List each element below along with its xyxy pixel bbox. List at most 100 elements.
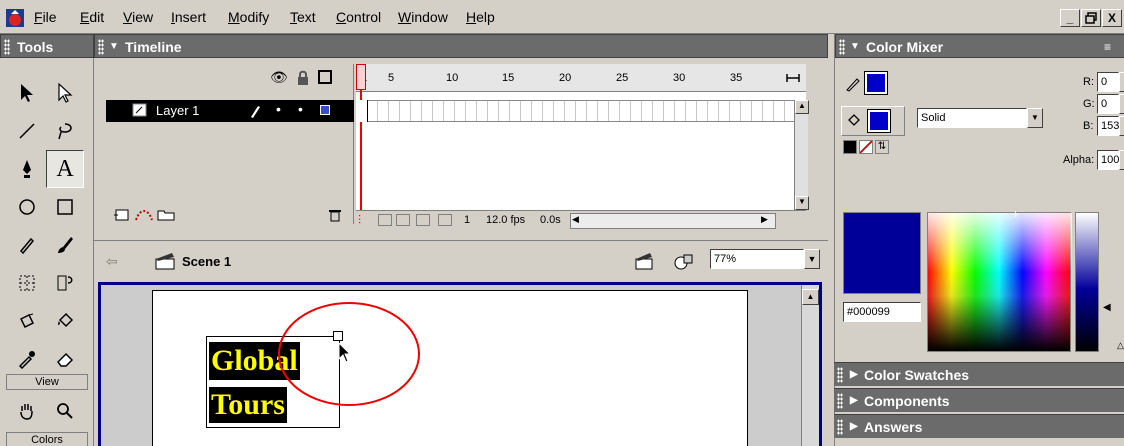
hand-tool[interactable]: [8, 392, 46, 430]
outline-icon[interactable]: [318, 70, 332, 84]
scroll-up-icon[interactable]: ▲: [795, 100, 809, 114]
panel-options-icon[interactable]: ≡: [1104, 35, 1111, 59]
lock-icon[interactable]: [296, 70, 310, 86]
menu-text[interactable]: Text: [290, 9, 316, 25]
lock-dot-icon[interactable]: •: [298, 101, 303, 117]
timeline-vertical-scrollbar[interactable]: ▲ ▼: [794, 100, 809, 210]
restore-button[interactable]: [1081, 9, 1101, 27]
pen-tool[interactable]: [8, 150, 46, 188]
menu-window[interactable]: Window: [398, 9, 448, 25]
edit-multiple-frames-icon[interactable]: [416, 214, 430, 226]
black-white-icon[interactable]: [843, 140, 857, 154]
fill-style-dropdown-icon[interactable]: ▼: [1027, 108, 1043, 128]
modify-onion-markers-icon[interactable]: [438, 214, 452, 226]
minimize-button[interactable]: _: [1060, 9, 1080, 27]
timeline-header[interactable]: ▼ Timeline: [94, 34, 828, 58]
answers-panel[interactable]: ▶ Answers: [834, 414, 1124, 438]
close-button[interactable]: X: [1102, 9, 1122, 27]
insert-layer-icon[interactable]: [112, 208, 132, 222]
menu-view[interactable]: View: [123, 9, 153, 25]
layer-row[interactable]: Layer 1 • •: [106, 100, 354, 122]
brightness-slider[interactable]: [1075, 212, 1099, 352]
menu-control[interactable]: Control: [336, 9, 381, 25]
trash-icon[interactable]: [328, 208, 342, 222]
b-dropdown-icon[interactable]: [1119, 116, 1124, 136]
frame-grid[interactable]: 1 5 10 15 20 25 30 35 ▲ ▼ ⫶: [356, 64, 809, 232]
menu-insert[interactable]: Insert: [171, 9, 206, 25]
outline-color-icon[interactable]: [320, 105, 330, 115]
layer-frames[interactable]: [356, 100, 796, 122]
expand-triangle-icon[interactable]: △: [1117, 340, 1124, 351]
scroll-left-icon[interactable]: ◀: [572, 214, 579, 225]
fill-transform-tool[interactable]: [46, 264, 84, 302]
swap-colors-icon[interactable]: ⇅: [875, 140, 889, 154]
arrow-tool[interactable]: [8, 74, 46, 112]
add-guide-layer-icon[interactable]: [134, 208, 154, 222]
onion-outline-icon[interactable]: [396, 214, 410, 226]
fill-color-swatch[interactable]: [867, 109, 891, 133]
menu-edit[interactable]: Edit: [80, 9, 104, 25]
eyedropper-tool[interactable]: [8, 340, 46, 378]
ink-bottle-tool[interactable]: [8, 302, 46, 340]
r-dropdown-icon[interactable]: [1119, 72, 1124, 92]
alpha-dropdown-icon[interactable]: [1119, 150, 1124, 170]
eye-icon[interactable]: 👁: [270, 69, 288, 86]
no-color-icon[interactable]: [859, 140, 873, 154]
subselect-arrow-icon: [58, 83, 73, 103]
color-mixer-header[interactable]: ▼ Color Mixer ≡: [835, 34, 1124, 58]
scroll-down-icon[interactable]: ▼: [795, 196, 809, 210]
brightness-pointer-icon[interactable]: ◀: [1103, 302, 1111, 313]
b-field[interactable]: 153: [1097, 116, 1119, 136]
edit-symbols-icon[interactable]: [672, 251, 696, 271]
scroll-right-icon[interactable]: ▶: [761, 214, 768, 225]
stage-scroll-up-icon[interactable]: ▲: [802, 289, 819, 305]
g-field[interactable]: 0: [1097, 94, 1119, 114]
playhead[interactable]: [356, 64, 366, 90]
hex-field[interactable]: #000099: [843, 302, 921, 322]
color-swatches-panel[interactable]: ▶ Color Swatches: [834, 362, 1124, 386]
keyframe-cell[interactable]: [356, 100, 368, 122]
zoom-dropdown-icon[interactable]: ▼: [804, 249, 820, 269]
menu-help[interactable]: Help: [466, 9, 495, 25]
back-arrow-icon[interactable]: ⇦: [106, 253, 118, 270]
subselect-tool[interactable]: [46, 74, 84, 112]
frame-view-menu-icon[interactable]: [786, 72, 800, 84]
text-tool[interactable]: A: [46, 150, 84, 188]
g-dropdown-icon[interactable]: [1119, 94, 1124, 114]
fill-style-select[interactable]: Solid: [917, 108, 1027, 128]
collapse-arrow-icon: ▼: [109, 41, 119, 52]
menu-file[interactable]: File: [34, 9, 57, 25]
menu-modify[interactable]: Modify: [228, 9, 269, 25]
stroke-color-swatch[interactable]: [864, 71, 888, 95]
center-frame-icon[interactable]: ⫶: [358, 213, 361, 228]
frame-ruler[interactable]: 1 5 10 15 20 25 30 35: [356, 64, 806, 92]
alpha-field[interactable]: 100%: [1097, 150, 1124, 170]
brush-tool[interactable]: [46, 226, 84, 264]
components-panel[interactable]: ▶ Components: [834, 388, 1124, 412]
color-spectrum[interactable]: +: [927, 207, 1072, 352]
zoom-select[interactable]: 77%: [710, 249, 804, 269]
edit-scene-icon[interactable]: [634, 251, 656, 271]
app-logo-icon[interactable]: [6, 9, 24, 27]
r-field[interactable]: 0: [1097, 72, 1119, 92]
eraser-tool[interactable]: [46, 340, 84, 378]
fill-color-group: [841, 106, 905, 136]
visibility-dot-icon[interactable]: •: [276, 101, 281, 117]
layer-name[interactable]: Layer 1: [156, 103, 199, 118]
zoom-tool[interactable]: [46, 392, 84, 430]
timeline-panel: ▼ Timeline 👁 Layer 1 • • 1 5 10 15 20 25: [94, 34, 828, 232]
lasso-tool[interactable]: [46, 112, 84, 150]
onion-skin-icon[interactable]: [378, 214, 392, 226]
rectangle-tool[interactable]: [46, 188, 84, 226]
stage-vertical-scrollbar[interactable]: ▲: [801, 285, 819, 446]
alpha-label: Alpha:: [1063, 154, 1095, 166]
scene-name: Scene 1: [182, 254, 232, 269]
free-transform-tool[interactable]: [8, 264, 46, 302]
line-tool[interactable]: [8, 112, 46, 150]
timeline-horizontal-scrollbar[interactable]: ◀ ▶: [570, 213, 776, 229]
oval-tool[interactable]: [8, 188, 46, 226]
pencil-tool[interactable]: [8, 226, 46, 264]
tools-header[interactable]: Tools: [0, 34, 94, 58]
insert-folder-icon[interactable]: [156, 208, 176, 222]
paint-bucket-tool[interactable]: [46, 302, 84, 340]
